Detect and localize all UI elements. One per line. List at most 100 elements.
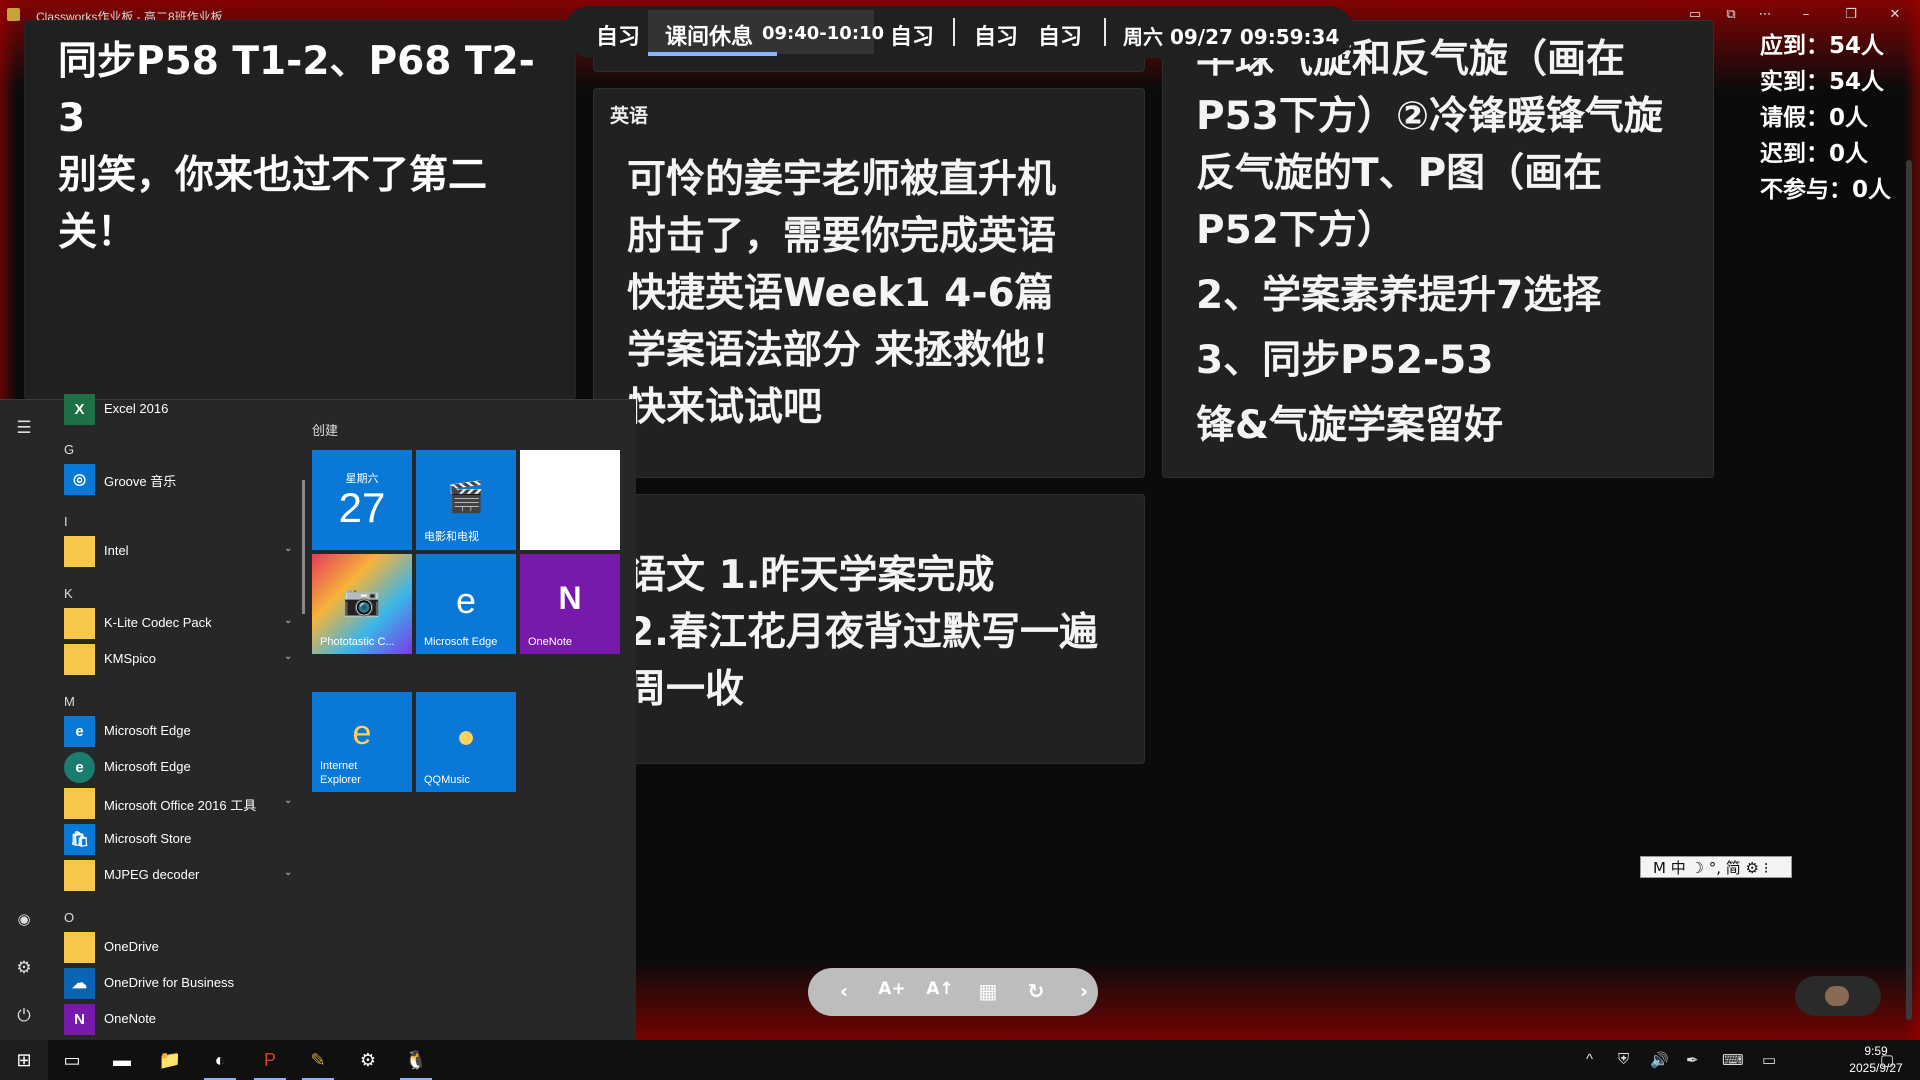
edge-icon[interactable]: ◐ (196, 1040, 244, 1080)
settings-icon[interactable]: ⚙ (344, 1040, 392, 1080)
bottom-toolbar: ‹ A+ A↑ ▦ ↻ › (808, 968, 1098, 1016)
list-item[interactable]: e Microsoft Edge (64, 716, 294, 747)
schedule-item[interactable]: 自习 (1038, 19, 1082, 51)
tile-label: Explorer (320, 774, 361, 786)
homework-line: 同步P58 T1-2、P68 T2-3 (58, 39, 535, 141)
list-item[interactable]: K-Lite Codec Pack ⌄ (64, 608, 294, 639)
chevron-down-icon[interactable]: ⌄ (284, 867, 292, 878)
section-letter[interactable]: M (64, 694, 75, 709)
font-increase-icon[interactable]: A+ (878, 979, 906, 1005)
ie-tile[interactable]: e Internet Explorer (312, 692, 412, 792)
schedule-bar[interactable]: 自习 课间休息 09:40-10:10 自习 自习 自习 周六 09/27 09… (564, 6, 1354, 58)
snap-icon[interactable]: ⧉ (1722, 6, 1740, 24)
attendance-leave: 请假：0人 (1760, 105, 1869, 131)
task-view-icon[interactable]: ▭ (48, 1040, 96, 1080)
close-button[interactable]: ✕ (1886, 6, 1904, 24)
homework-card-english[interactable]: 英语 可怜的姜宇老师被直升机肘击了，需要你完成英语快捷英语Week1 4-6篇 … (593, 88, 1145, 478)
powerpoint-icon[interactable]: P (246, 1040, 294, 1080)
list-item[interactable]: e Microsoft Edge (64, 752, 294, 783)
keyboard-icon[interactable]: ⌨ (1722, 1051, 1744, 1069)
app-label: Microsoft Edge (104, 759, 191, 774)
chevron-right-icon[interactable]: › (1070, 979, 1098, 1005)
qqmusic-tile[interactable]: ● QQMusic (416, 692, 516, 792)
start-menu: ☰ ◉ ⚙ ⏻ X Excel 2016 G ◎ Groove 音乐 I Int… (0, 394, 636, 1041)
chevron-up-icon[interactable]: ^ (1586, 1051, 1593, 1068)
schedule-item[interactable]: 自习 (890, 19, 934, 51)
phototastic-tile[interactable]: 📷 Phototastic C... (312, 554, 412, 654)
calendar-icon[interactable]: ▦ (974, 979, 1002, 1005)
schedule-current-time: 09:40-10:10 (762, 23, 885, 44)
list-item[interactable]: KMSpico ⌄ (64, 644, 294, 675)
app-list[interactable]: X Excel 2016 G ◎ Groove 音乐 I Intel ⌄ K K… (56, 394, 296, 1041)
chevron-down-icon[interactable]: ⌄ (284, 651, 292, 662)
current-datetime: 周六 09/27 09:59:34 (1123, 25, 1340, 49)
photo-preview-tile[interactable] (520, 450, 620, 550)
homework-card-left[interactable]: 同步P58 T1-2、P68 T2-3 别笑，你来也过不了第二关！ (24, 20, 576, 400)
app-icon[interactable]: ▬ (98, 1040, 146, 1080)
chevron-down-icon[interactable]: ⌄ (284, 543, 292, 554)
list-item[interactable]: 🛍 Microsoft Store (64, 824, 294, 855)
pen-icon[interactable]: ✒ (1686, 1051, 1699, 1069)
classworks-icon[interactable]: ✎ (294, 1040, 342, 1080)
homework-line: 别笑，你来也过不了第二关！ (58, 153, 488, 255)
hamburger-icon[interactable]: ☰ (0, 418, 48, 438)
section-letter[interactable]: G (64, 442, 74, 457)
schedule-item[interactable]: 自习 (596, 19, 640, 51)
maximize-button[interactable]: ❐ (1842, 6, 1860, 24)
section-letter[interactable]: O (64, 910, 74, 925)
list-item[interactable]: MJPEG decoder ⌄ (64, 860, 294, 891)
floating-avatar[interactable] (1795, 976, 1881, 1016)
notification-icon[interactable]: ▢ (1880, 1051, 1894, 1069)
more-icon[interactable]: ⋯ (1756, 6, 1774, 24)
homework-card-geography[interactable]: 半球气旋和反气旋（画在P53下方）②冷锋暖锋气旋反气旋的T、P图（画在P52下方… (1162, 20, 1714, 478)
qq-icon[interactable]: 🐧 (392, 1040, 440, 1080)
settings-icon[interactable]: ⚙ (0, 958, 48, 978)
ie-icon: e (352, 714, 372, 752)
chevron-down-icon[interactable]: ⌄ (284, 615, 292, 626)
calendar-day: 27 (338, 484, 386, 531)
start-button[interactable]: ⊞ (0, 1040, 48, 1080)
chevron-down-icon[interactable]: ⌄ (284, 795, 292, 806)
list-item[interactable]: Intel ⌄ (64, 536, 294, 567)
list-item[interactable]: OneDrive (64, 932, 294, 963)
display-icon[interactable]: ▭ (1762, 1051, 1776, 1069)
onenote-tile[interactable]: N OneNote (520, 554, 620, 654)
file-explorer-icon[interactable]: 📁 (146, 1040, 194, 1080)
ime-toolbar[interactable]: M 中 ☽ °, 简 ⚙ ⁝ (1640, 856, 1792, 878)
list-item[interactable]: X Excel 2016 (64, 394, 294, 425)
attendance-panel[interactable]: 应到：54人 实到：54人 请假：0人 迟到：0人 不参与：0人 (1760, 28, 1891, 208)
homework-line: 2.春江花月夜背过默写一遍 (627, 610, 1098, 655)
homework-content: 可怜的姜宇老师被直升机肘击了，需要你完成英语快捷英语Week1 4-6篇 学案语… (627, 157, 1070, 430)
section-letter[interactable]: I (64, 514, 68, 529)
movies-tile[interactable]: 🎬 电影和电视 (416, 450, 516, 550)
edge-tile[interactable]: e Microsoft Edge (416, 554, 516, 654)
app-label: OneNote (104, 1011, 157, 1026)
minimize-button[interactable]: – (1797, 6, 1815, 24)
font-decrease-icon[interactable]: A↑ (926, 979, 954, 1005)
list-item[interactable]: N OneNote (64, 1004, 294, 1035)
excel-icon: X (64, 394, 95, 425)
schedule-item[interactable]: 自习 (974, 19, 1018, 51)
schedule-current-label[interactable]: 课间休息 (665, 19, 753, 51)
security-icon[interactable]: ⛨ (1618, 1051, 1629, 1068)
scrollbar[interactable] (1906, 160, 1912, 1020)
taskbar-clock[interactable]: 9:59 2025/9/27 (1844, 1043, 1908, 1077)
list-item[interactable]: ◎ Groove 音乐 (64, 464, 294, 495)
tile-group-header[interactable]: 创建 (312, 420, 338, 439)
section-letter[interactable]: K (64, 586, 73, 601)
list-item[interactable]: ☁ OneDrive for Business (64, 968, 294, 999)
calendar-tile[interactable]: 星期六 27 (312, 450, 412, 550)
app-list-scrollbar[interactable] (302, 480, 305, 614)
power-icon[interactable]: ⏻ (0, 1006, 48, 1026)
tile-label: QQMusic (424, 774, 470, 786)
chevron-left-icon[interactable]: ‹ (830, 979, 858, 1005)
attendance-absent: 不参与：0人 (1760, 177, 1892, 203)
volume-icon[interactable]: 🔊 (1650, 1051, 1669, 1069)
folder-icon (64, 608, 95, 639)
folder-icon (64, 644, 95, 675)
user-icon[interactable]: ◉ (0, 910, 48, 928)
start-rail: ☰ ◉ ⚙ ⏻ (0, 400, 48, 1041)
list-item[interactable]: Microsoft Office 2016 工具 ⌄ (64, 788, 294, 819)
homework-card-chinese[interactable]: 文 语文 1.昨天学案完成 2.春江花月夜背过默写一遍 周一收 (593, 494, 1145, 764)
refresh-icon[interactable]: ↻ (1022, 979, 1050, 1005)
